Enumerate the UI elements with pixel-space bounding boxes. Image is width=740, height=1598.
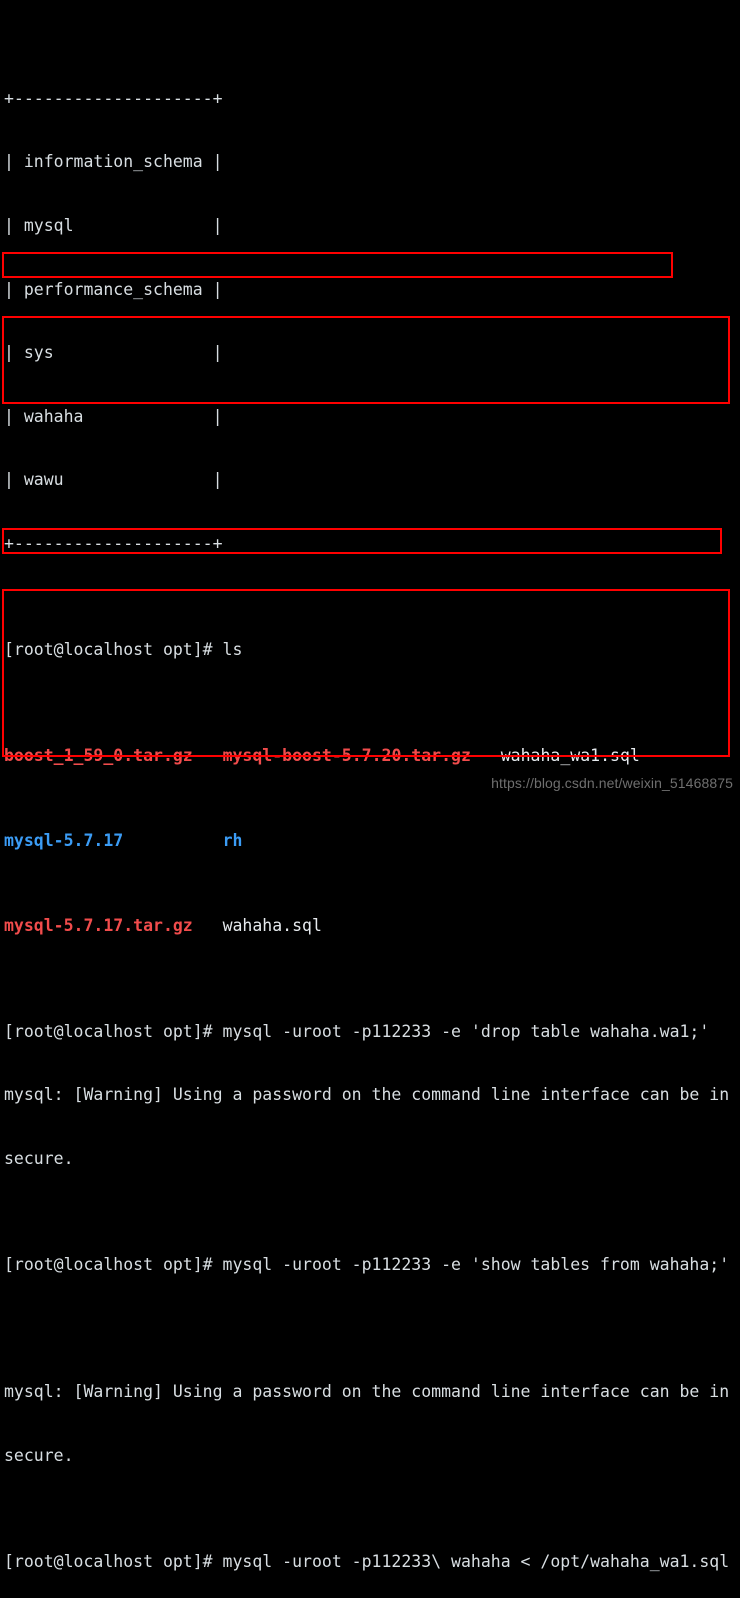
ls-gap-4 (193, 916, 223, 935)
ls-gap-1 (193, 746, 223, 765)
terminal-screen: +--------------------+ | information_sch… (4, 3, 740, 1598)
ls-item-mysql-dir[interactable]: mysql-5.7.17 (4, 831, 123, 850)
ls-output-row-2: mysql-5.7.17 rh (4, 830, 740, 851)
warning-line-1a: mysql: [Warning] Using a password on the… (4, 1085, 730, 1105)
ls-item-rh-dir[interactable]: rh (223, 831, 243, 850)
ls-item-wahaha-sql[interactable]: wahaha.sql (223, 916, 322, 935)
db-row-wahaha: | wahaha | (4, 406, 223, 426)
command-line-import-failed: [root@localhost opt]# mysql -uroot -p112… (4, 1551, 730, 1571)
warning-line-2b: secure. (4, 1445, 74, 1465)
db-table-top-border: +--------------------+ (4, 88, 223, 108)
ls-item-wahaha-wa1-sql[interactable]: wahaha_wa1.sql (501, 746, 640, 765)
db-row-sys: | sys | (4, 343, 223, 363)
db-row-wawu: | wawu | (4, 470, 223, 490)
db-row-information-schema: | information_schema | (4, 152, 223, 172)
ls-item-mysql-archive[interactable]: mysql-5.7.17.tar.gz (4, 916, 193, 935)
command-line-show-tables-1: [root@localhost opt]# mysql -uroot -p112… (4, 1254, 730, 1274)
command-line-drop-table: [root@localhost opt]# mysql -uroot -p112… (4, 1021, 710, 1041)
terminal-window[interactable]: +--------------------+ | information_sch… (0, 0, 740, 1571)
db-row-performance-schema: | performance_schema | (4, 279, 223, 299)
ls-output-row-1: boost_1_59_0.tar.gz mysql-boost-5.7.20.t… (4, 745, 740, 766)
ls-output-row-3: mysql-5.7.17.tar.gz wahaha.sql (4, 915, 740, 936)
ls-item-mysql-boost-archive[interactable]: mysql-boost-5.7.20.tar.gz (223, 746, 471, 765)
ls-item-boost-archive[interactable]: boost_1_59_0.tar.gz (4, 746, 193, 765)
watermark-url: https://blog.csdn.net/weixin_51468875 (491, 774, 733, 791)
warning-line-1b: secure. (4, 1148, 74, 1168)
db-row-mysql: | mysql | (4, 216, 223, 235)
warning-line-2a: mysql: [Warning] Using a password on the… (4, 1381, 730, 1401)
ls-gap-3 (123, 831, 222, 850)
ls-gap-2 (471, 746, 501, 765)
db-table-bottom-border: +--------------------+ (4, 533, 223, 553)
prompt-line-ls: [root@localhost opt]# ls (4, 639, 243, 659)
